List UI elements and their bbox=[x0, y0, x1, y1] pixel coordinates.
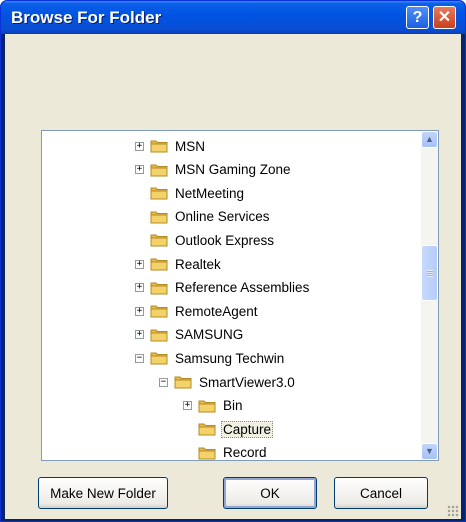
help-button[interactable]: ? bbox=[406, 6, 429, 29]
make-new-folder-button[interactable]: Make New Folder bbox=[38, 477, 168, 509]
scroll-thumb[interactable] bbox=[421, 245, 438, 301]
tree-item-label: MSN Gaming Zone bbox=[175, 162, 291, 178]
folder-icon bbox=[150, 282, 168, 295]
browse-for-folder-dialog: Browse For Folder ? ✕ + MSN + MSN Gaming Zo… bbox=[0, 0, 466, 522]
resize-grip-icon[interactable] bbox=[447, 505, 459, 517]
tree-item-label: Bin bbox=[223, 398, 243, 414]
folder-icon bbox=[150, 234, 168, 247]
collapse-icon[interactable]: − bbox=[135, 353, 144, 363]
expand-icon[interactable]: + bbox=[135, 306, 144, 316]
folder-icon bbox=[150, 305, 168, 318]
folder-tree[interactable]: + MSN + MSN Gaming Zone NetMeeting Online Ser… bbox=[41, 130, 439, 461]
folder-icon bbox=[198, 400, 216, 413]
folder-icon bbox=[150, 258, 168, 271]
expand-icon[interactable]: + bbox=[135, 165, 144, 175]
tree-item-label: Samsung Techwin bbox=[175, 350, 285, 366]
tree-item[interactable]: Record bbox=[183, 442, 269, 461]
tree-item-label: Record bbox=[223, 445, 267, 461]
expand-icon[interactable]: + bbox=[135, 283, 144, 293]
tree-item-label: NetMeeting bbox=[175, 185, 245, 201]
tree-item[interactable]: + Realtek bbox=[135, 253, 223, 275]
expand-icon[interactable]: + bbox=[135, 330, 144, 340]
grip-icon bbox=[427, 270, 433, 277]
folder-icon bbox=[198, 447, 216, 460]
expand-icon[interactable]: + bbox=[135, 141, 144, 151]
folder-icon bbox=[150, 140, 168, 153]
scroll-down-button[interactable]: ▼ bbox=[421, 443, 438, 460]
tree-item[interactable]: + MSN bbox=[135, 135, 207, 157]
tree-item[interactable]: Online Services bbox=[135, 206, 272, 228]
tree-item-label: SAMSUNG bbox=[175, 327, 244, 343]
collapse-icon[interactable]: − bbox=[159, 377, 168, 387]
close-button[interactable]: ✕ bbox=[433, 6, 456, 29]
tree-item[interactable]: − SmartViewer3.0 bbox=[159, 371, 297, 393]
folder-icon bbox=[150, 164, 168, 177]
window-title: Browse For Folder bbox=[11, 8, 162, 27]
tree-item[interactable]: + Reference Assemblies bbox=[135, 277, 311, 299]
vertical-scrollbar[interactable]: ▲ ▼ bbox=[421, 131, 438, 460]
folder-icon bbox=[174, 376, 192, 389]
tree-item-label: Reference Assemblies bbox=[175, 280, 310, 296]
folder-icon bbox=[150, 187, 168, 200]
tree-item-label: Outlook Express bbox=[175, 232, 275, 248]
tree-item[interactable]: − Samsung Techwin bbox=[135, 347, 286, 369]
cancel-button[interactable]: Cancel bbox=[334, 477, 428, 509]
tree-item-label: Online Services bbox=[175, 209, 270, 225]
scroll-up-button[interactable]: ▲ bbox=[421, 131, 438, 148]
tree-item-label: SmartViewer3.0 bbox=[199, 374, 295, 390]
tree-item[interactable]: + SAMSUNG bbox=[135, 324, 245, 346]
tree-item-label: MSN bbox=[175, 138, 205, 154]
tree-item-label: RemoteAgent bbox=[175, 303, 258, 319]
tree-item[interactable]: Outlook Express bbox=[135, 229, 276, 251]
ok-button[interactable]: OK bbox=[223, 477, 317, 509]
tree-item-label: Capture bbox=[221, 420, 274, 438]
folder-icon bbox=[150, 352, 168, 365]
expand-icon[interactable]: + bbox=[183, 401, 192, 411]
title-bar[interactable]: Browse For Folder ? ✕ bbox=[1, 1, 465, 34]
tree-item[interactable]: NetMeeting bbox=[135, 182, 246, 204]
tree-item[interactable]: + RemoteAgent bbox=[135, 300, 260, 322]
folder-icon bbox=[150, 329, 168, 342]
tree-item[interactable]: Capture bbox=[183, 418, 274, 440]
tree-item[interactable]: + Bin bbox=[183, 395, 245, 417]
tree-item[interactable]: + MSN Gaming Zone bbox=[135, 159, 293, 181]
folder-icon bbox=[198, 423, 216, 436]
folder-icon bbox=[150, 211, 168, 224]
dialog-body: + MSN + MSN Gaming Zone NetMeeting Online Ser… bbox=[5, 34, 461, 519]
tree-item-label: Realtek bbox=[175, 256, 221, 272]
expand-icon[interactable]: + bbox=[135, 259, 144, 269]
